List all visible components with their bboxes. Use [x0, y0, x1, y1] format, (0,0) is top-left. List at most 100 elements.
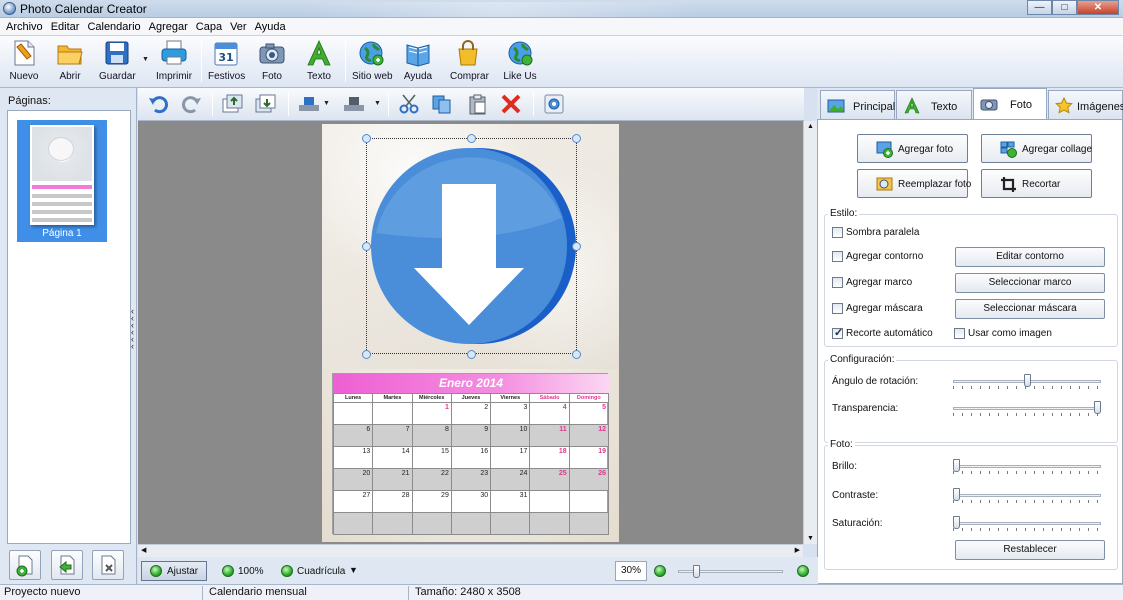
ayuda-button[interactable]: Ayuda: [403, 38, 433, 84]
delete-button[interactable]: [499, 93, 523, 115]
bring-forward-button[interactable]: [220, 93, 244, 115]
resize-handle[interactable]: [572, 350, 581, 359]
usar-como-imagen-checkbox[interactable]: Usar como imagen: [954, 328, 1052, 339]
like-us-button[interactable]: Like Us: [503, 38, 537, 84]
menu-ver[interactable]: Ver: [226, 21, 251, 33]
transparencia-slider[interactable]: [953, 401, 1101, 417]
abrir-button[interactable]: Abrir: [55, 38, 85, 84]
maximize-button[interactable]: □: [1052, 0, 1077, 15]
slider-thumb[interactable]: [953, 516, 960, 529]
saturacion-slider[interactable]: [953, 516, 1101, 532]
tab-texto[interactable]: Texto: [896, 90, 972, 119]
settings-button[interactable]: [542, 93, 566, 115]
rotacion-slider[interactable]: [953, 374, 1101, 390]
zoom-value-field[interactable]: 30%: [615, 561, 647, 581]
menu-editar[interactable]: Editar: [47, 21, 84, 33]
undo-button[interactable]: [147, 93, 171, 115]
recortar-button[interactable]: Recortar: [981, 169, 1092, 198]
vertical-scrollbar[interactable]: ▲ ▼: [803, 121, 817, 544]
seleccionar-mascara-button[interactable]: Seleccionar máscara: [955, 299, 1105, 319]
ajustar-button[interactable]: Ajustar: [141, 561, 207, 581]
zoom-in-icon[interactable]: [654, 565, 666, 577]
slider-thumb[interactable]: [1094, 401, 1101, 414]
resize-handle[interactable]: [467, 350, 476, 359]
foto-button[interactable]: Foto: [257, 38, 287, 84]
panel-splitter-handle[interactable]: ‹ ‹ ‹ ‹ ‹ ‹: [131, 307, 137, 358]
nuevo-button[interactable]: Nuevo: [6, 38, 42, 84]
agregar-contorno-checkbox[interactable]: Agregar contorno: [832, 251, 923, 262]
slider-thumb[interactable]: [1023, 374, 1031, 387]
align-top-button[interactable]: [297, 93, 321, 115]
scroll-up-arrow-icon[interactable]: ▲: [807, 123, 814, 130]
cuadricula-dropdown-arrow-icon[interactable]: ▼: [349, 565, 358, 575]
scroll-down-arrow-icon[interactable]: ▼: [807, 535, 814, 542]
grid-icon[interactable]: [281, 565, 293, 577]
align-dropdown-arrow-icon[interactable]: ▼: [323, 100, 330, 107]
zoom-100-label[interactable]: 100%: [238, 566, 264, 577]
resize-handle[interactable]: [467, 134, 476, 143]
delete-page-button[interactable]: [92, 550, 124, 580]
contraste-slider[interactable]: [953, 488, 1101, 504]
duplicate-page-button[interactable]: [51, 550, 83, 580]
scroll-right-arrow-icon[interactable]: ▶: [795, 546, 800, 554]
month-calendar[interactable]: Enero 2014 Lunes Martes Miércoles Jueves…: [332, 373, 610, 535]
menu-calendario[interactable]: Calendario: [83, 21, 144, 33]
mascara-label: Agregar máscara: [846, 303, 923, 314]
menu-agregar[interactable]: Agregar: [145, 21, 192, 33]
canvas-area[interactable]: Enero 2014 Lunes Martes Miércoles Jueves…: [138, 121, 803, 544]
zoom-slider-thumb[interactable]: [693, 565, 700, 578]
slider-thumb[interactable]: [953, 488, 960, 501]
minimize-button[interactable]: —: [1027, 0, 1052, 15]
menu-archivo[interactable]: Archivo: [2, 21, 47, 33]
texto-button[interactable]: Texto: [304, 38, 334, 84]
align-bottom-button[interactable]: [342, 93, 366, 115]
zoom-slider[interactable]: [678, 565, 783, 579]
agregar-mascara-checkbox[interactable]: Agregar máscara: [832, 303, 923, 314]
guardar-button[interactable]: Guardar: [99, 38, 136, 84]
paste-button[interactable]: [466, 93, 490, 115]
seleccionar-marco-button[interactable]: Seleccionar marco: [955, 273, 1105, 293]
scroll-left-arrow-icon[interactable]: ◀: [141, 546, 146, 554]
copy-button[interactable]: [430, 93, 454, 115]
distribute-dropdown-arrow-icon[interactable]: ▼: [374, 100, 381, 107]
horizontal-scrollbar[interactable]: ◀ ▶: [138, 544, 803, 557]
imprimir-button[interactable]: Imprimir: [156, 38, 192, 84]
sombra-paralela-checkbox[interactable]: Sombra paralela: [832, 227, 919, 238]
menu-ayuda[interactable]: Ayuda: [251, 21, 290, 33]
tab-foto[interactable]: Foto: [973, 88, 1047, 120]
close-button[interactable]: ✕: [1077, 0, 1119, 15]
resize-handle[interactable]: [572, 134, 581, 143]
resize-handle[interactable]: [362, 242, 371, 251]
comprar-button[interactable]: Comprar: [450, 38, 489, 84]
agregar-marco-checkbox[interactable]: Agregar marco: [832, 277, 912, 288]
page-thumbnail[interactable]: Página 1: [17, 120, 107, 242]
camera-icon: [980, 99, 998, 111]
guardar-dropdown-arrow-icon[interactable]: ▼: [142, 56, 149, 63]
cuadricula-label[interactable]: Cuadrícula: [297, 566, 345, 577]
resize-handle[interactable]: [572, 242, 581, 251]
restablecer-button[interactable]: Restablecer: [955, 540, 1105, 560]
reemplazar-foto-button[interactable]: Reemplazar foto: [857, 169, 971, 198]
send-backward-button[interactable]: [253, 93, 277, 115]
zoom-100-icon[interactable]: [222, 565, 234, 577]
agregar-collage-button[interactable]: Agregar collage: [981, 134, 1092, 163]
agregar-foto-button[interactable]: Agregar foto: [857, 134, 968, 163]
resize-handle[interactable]: [362, 134, 371, 143]
brillo-slider[interactable]: [953, 459, 1101, 475]
recorte-automatico-checkbox[interactable]: Recorte automático: [832, 326, 933, 339]
day-cell: 10: [490, 424, 531, 447]
redo-button[interactable]: [179, 93, 203, 115]
cut-button[interactable]: [397, 93, 421, 115]
tab-imagenes[interactable]: Imágenes: [1048, 90, 1123, 119]
tab-imagenes-label: Imágenes: [1077, 101, 1123, 113]
tab-principal[interactable]: Principal: [820, 90, 895, 119]
sitio-web-button[interactable]: Sitio web: [352, 38, 393, 84]
editar-contorno-button[interactable]: Editar contorno: [955, 247, 1105, 267]
zoom-out-icon[interactable]: [797, 565, 809, 577]
resize-handle[interactable]: [362, 350, 371, 359]
add-page-button[interactable]: [9, 550, 41, 580]
slider-thumb[interactable]: [953, 459, 960, 472]
calendar-page[interactable]: Enero 2014 Lunes Martes Miércoles Jueves…: [322, 124, 619, 542]
menu-capa[interactable]: Capa: [192, 21, 226, 33]
festivos-button[interactable]: 31 Festivos: [208, 38, 245, 84]
